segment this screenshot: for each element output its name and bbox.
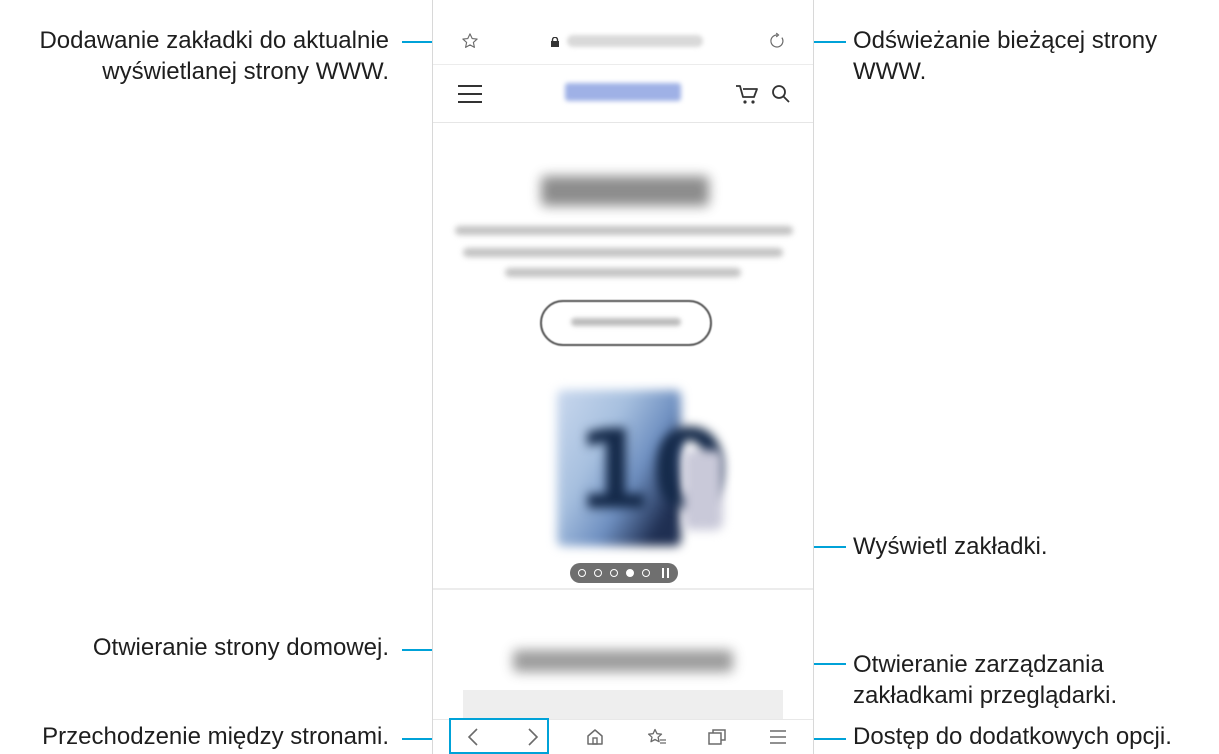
browser-screen: 10 [432, 0, 814, 754]
hero-image-side [683, 450, 723, 530]
search-icon[interactable] [771, 84, 791, 109]
url-text[interactable] [567, 35, 703, 47]
blurred-text-line [455, 226, 793, 235]
carousel-dot[interactable] [578, 569, 586, 577]
cta-label [571, 318, 681, 326]
callout-navigate-text: Przechodzenie między stronami. [42, 723, 389, 750]
blurred-headline [541, 176, 709, 206]
tabs-icon[interactable] [707, 728, 727, 751]
callout-view-bookmarks-text: Wyświetl zakładki. [853, 533, 1048, 560]
callout-bookmark-add-line2: wyświetlanej strony WWW. [102, 58, 389, 85]
callout-tabs-line2: zakładkami przeglądarki. [853, 682, 1118, 709]
pause-icon[interactable] [662, 568, 664, 578]
callout-more-options-text: Dostęp do dodatkowych opcji. [853, 723, 1172, 750]
callout-view-bookmarks: Wyświetl zakładki. [853, 531, 1048, 562]
carousel-dot[interactable] [594, 569, 602, 577]
blurred-text-line [505, 268, 741, 277]
callout-navigate: Przechodzenie między stronami. [42, 721, 389, 752]
callout-refresh: Odświeżanie bieżącej strony WWW. [853, 25, 1157, 87]
star-outline-icon[interactable] [461, 32, 479, 55]
carousel-dot-active[interactable] [626, 569, 634, 577]
callout-home-text: Otwieranie strony domowej. [92, 634, 389, 661]
lock-icon [551, 34, 559, 47]
carousel-dot[interactable] [642, 569, 650, 577]
bookmarks-list-icon[interactable] [647, 728, 667, 751]
menu-lines-icon[interactable] [769, 730, 787, 749]
callout-home: Otwieranie strony domowej. [93, 632, 389, 663]
refresh-icon[interactable] [768, 32, 786, 55]
carousel-dot[interactable] [610, 569, 618, 577]
hamburger-menu-icon[interactable] [457, 84, 483, 109]
callout-tabs-line1: Otwieranie zarządzania [853, 651, 1104, 678]
hero-image-graphic: 10 [575, 406, 729, 534]
navigation-highlight-box [449, 718, 549, 754]
carousel-indicator[interactable] [570, 563, 678, 583]
callout-refresh-line2: WWW. [853, 58, 927, 85]
cart-icon[interactable] [735, 83, 759, 110]
callout-more-options: Dostęp do dodatkowych opcji. [853, 721, 1172, 752]
site-logo[interactable] [565, 83, 681, 101]
callout-tabs: Otwieranie zarządzania zakładkami przegl… [853, 649, 1117, 711]
callout-refresh-line1: Odświeżanie bieżącej strony [853, 27, 1158, 54]
pause-icon-bar [667, 568, 669, 578]
divider [433, 588, 813, 590]
home-icon[interactable] [586, 728, 604, 751]
blurred-text-line [463, 248, 783, 257]
callout-bookmark-add-line1: Dodawanie zakładki do aktualnie [39, 27, 389, 54]
callout-bookmark-add: Dodawanie zakładki do aktualnie wyświetl… [39, 25, 389, 87]
url-bar [433, 0, 813, 65]
blurred-subheading [513, 650, 733, 672]
cta-button[interactable] [540, 300, 712, 346]
